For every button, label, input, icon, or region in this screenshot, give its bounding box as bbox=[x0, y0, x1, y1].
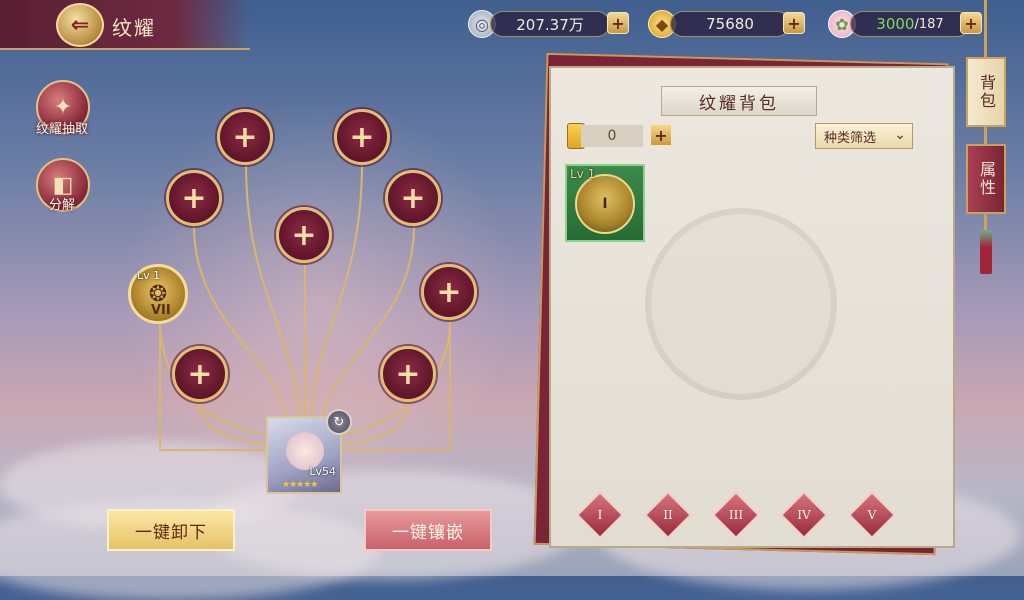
add-count-button[interactable]: + bbox=[650, 124, 672, 146]
tassel-ornament bbox=[980, 230, 992, 274]
add-slot-icon: + bbox=[400, 180, 426, 216]
filter-label: 种类筛选 bbox=[824, 130, 877, 146]
equipped-rune-level: Lv 1 bbox=[137, 269, 161, 282]
stamina-currency: 3000/187 bbox=[850, 11, 970, 37]
rune-slot-5[interactable]: + bbox=[276, 207, 332, 263]
stamina-current: 3000 bbox=[876, 15, 915, 33]
rune-slot-8[interactable]: + bbox=[380, 346, 436, 402]
tier-label: III bbox=[728, 508, 744, 522]
add-slot-icon: + bbox=[291, 217, 317, 253]
tab-bag[interactable]: 背包 bbox=[966, 57, 1006, 127]
tier-label: I bbox=[597, 508, 603, 522]
bag-title: 纹耀背包 bbox=[661, 86, 817, 116]
rune-slot-6[interactable]: + bbox=[421, 264, 477, 320]
tier-label: V bbox=[867, 508, 877, 522]
gold-currency: 75680 bbox=[670, 11, 790, 37]
tier-button-5[interactable]: V bbox=[847, 490, 897, 540]
tier-filter-row: I II III IV V bbox=[575, 490, 921, 540]
add-gold-button[interactable]: + bbox=[783, 12, 805, 34]
type-filter-dropdown[interactable]: 种类筛选 ⌄ bbox=[815, 123, 913, 149]
tier-button-2[interactable]: II bbox=[643, 490, 693, 540]
rune-count: 0 bbox=[581, 125, 643, 147]
bag-item-level: Lv 1 bbox=[570, 167, 596, 181]
chevron-down-icon: ⌄ bbox=[894, 127, 906, 143]
bag-panel: 纹耀背包 0 + 种类筛选 ⌄ Ⅰ Lv 1 I II III IV V bbox=[549, 66, 955, 548]
add-slot-icon: + bbox=[349, 119, 375, 155]
tab-rope bbox=[984, 127, 987, 144]
rune-slot-2[interactable]: + bbox=[334, 109, 390, 165]
add-slot-icon: + bbox=[395, 356, 421, 392]
equipped-rune-rank: VII bbox=[151, 303, 171, 318]
add-silver-button[interactable]: + bbox=[607, 12, 629, 34]
swap-hero-button[interactable]: ↻ bbox=[326, 409, 352, 435]
refresh-icon: ↻ bbox=[333, 414, 345, 430]
tab-rope bbox=[984, 214, 987, 230]
gold-value: 75680 bbox=[706, 15, 754, 33]
rune-slot-1[interactable]: + bbox=[217, 109, 273, 165]
dragon-watermark bbox=[645, 208, 837, 400]
add-slot-icon: + bbox=[436, 274, 462, 310]
rune-slot-7[interactable]: + bbox=[172, 346, 228, 402]
unequip-all-button[interactable]: 一键卸下 bbox=[107, 509, 235, 551]
tab-attributes[interactable]: 属性 bbox=[966, 144, 1006, 214]
hero-stars: ★★★★★ bbox=[282, 480, 318, 490]
tier-label: IV bbox=[797, 508, 811, 522]
rune-slot-3[interactable]: + bbox=[166, 170, 222, 226]
stamina-max: /187 bbox=[914, 16, 944, 32]
tier-button-4[interactable]: IV bbox=[779, 490, 829, 540]
hero-level: Lv54 bbox=[309, 465, 336, 478]
tier-button-1[interactable]: I bbox=[575, 490, 625, 540]
add-slot-icon: + bbox=[181, 180, 207, 216]
add-slot-icon: + bbox=[232, 119, 258, 155]
tier-label: II bbox=[663, 508, 673, 522]
equip-all-button[interactable]: 一键镶嵌 bbox=[364, 509, 492, 551]
rune-slot-4[interactable]: + bbox=[385, 170, 441, 226]
add-slot-icon: + bbox=[187, 356, 213, 392]
tier-button-3[interactable]: III bbox=[711, 490, 761, 540]
bag-item[interactable]: Ⅰ Lv 1 bbox=[565, 164, 645, 242]
tab-rope bbox=[984, 0, 987, 57]
add-stamina-button[interactable]: + bbox=[960, 12, 982, 34]
equipped-rune-slot[interactable]: Lv 1 ❂ VII bbox=[128, 264, 188, 324]
rune-coin-icon: Ⅰ bbox=[575, 174, 635, 234]
